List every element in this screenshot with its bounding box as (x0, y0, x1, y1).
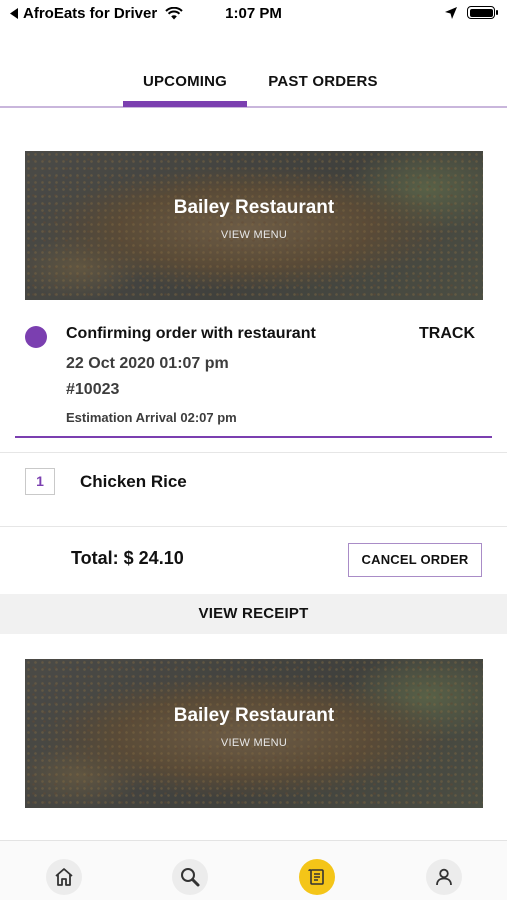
search-icon (181, 868, 200, 887)
view-menu-link[interactable]: VIEW MENU (25, 229, 483, 241)
status-right-icons (445, 6, 498, 19)
active-tab-indicator (123, 101, 247, 107)
order-number: #10023 (66, 381, 120, 398)
order-status-dot (25, 326, 47, 348)
restaurant-banner[interactable]: Bailey Restaurant VIEW MENU (25, 151, 483, 300)
order-progress-line (15, 436, 492, 438)
restaurant-banner[interactable]: Bailey Restaurant VIEW MENU (25, 659, 483, 808)
clock: 1:07 PM (225, 5, 282, 22)
track-button[interactable]: TRACK (419, 325, 475, 343)
order-date: 22 Oct 2020 01:07 pm (66, 355, 229, 372)
item-quantity: 1 (25, 468, 55, 495)
nav-profile[interactable] (426, 859, 462, 895)
tab-upcoming[interactable]: UPCOMING (123, 73, 247, 90)
restaurant-name: Bailey Restaurant (173, 705, 335, 726)
nav-orders[interactable] (299, 859, 335, 895)
battery-icon (467, 6, 498, 19)
estimated-arrival: Estimation Arrival 02:07 pm (66, 410, 237, 425)
profile-icon (436, 868, 452, 886)
location-arrow-icon (445, 6, 457, 19)
bottom-nav (0, 840, 507, 900)
tab-past-orders[interactable]: PAST ORDERS (265, 73, 381, 90)
view-receipt-button[interactable]: VIEW RECEIPT (0, 594, 507, 634)
view-menu-link[interactable]: VIEW MENU (25, 737, 483, 749)
nav-search[interactable] (172, 859, 208, 895)
divider (0, 452, 507, 453)
item-name: Chicken Rice (80, 472, 187, 491)
nav-home[interactable] (46, 859, 82, 895)
order-tabs: UPCOMING PAST ORDERS (0, 60, 507, 108)
orders-icon (308, 869, 324, 885)
restaurant-name: Bailey Restaurant (173, 197, 335, 218)
divider (0, 526, 507, 527)
order-status: Confirming order with restaurant (66, 325, 316, 342)
home-icon (55, 868, 73, 886)
cancel-order-button[interactable]: CANCEL ORDER (348, 543, 482, 577)
status-bar: AfroEats for Driver 1:07 PM (0, 0, 507, 28)
order-total: Total: $ 24.10 (71, 548, 184, 568)
